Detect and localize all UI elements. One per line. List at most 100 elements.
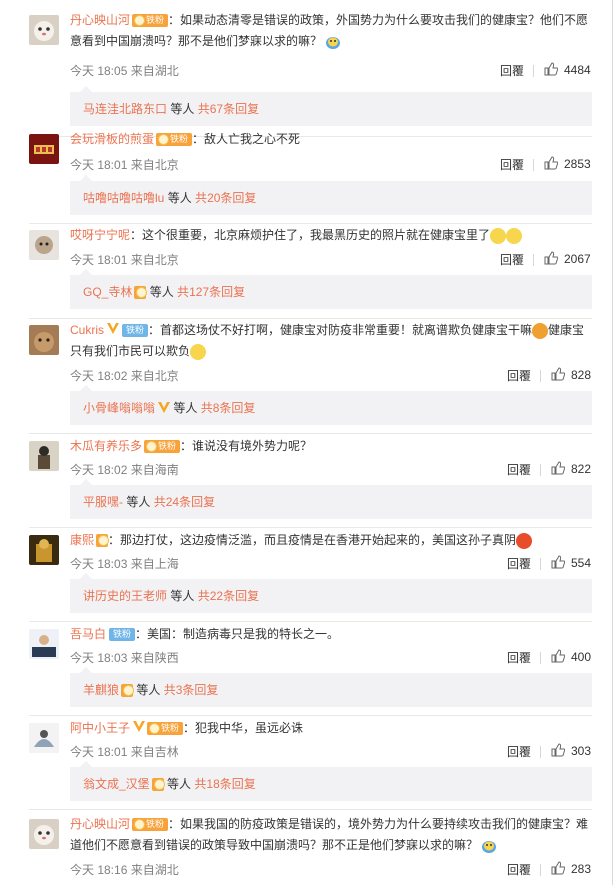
username[interactable]: 康熙 (70, 533, 94, 547)
reply-button[interactable]: 回覆 (507, 649, 531, 666)
comment-text: ：敌人亡我之心不死 (192, 132, 301, 146)
sub-replies-box[interactable]: 小骨峰嗡嗡嗡 等人 共8条回复 (70, 391, 592, 425)
reply-button[interactable]: 回覆 (500, 251, 524, 268)
sub-reply-user[interactable]: 马连洼北路东口 (83, 102, 167, 116)
comment-text-block: 丹心映山河 铁粉 ：如果动态清零是错误的政策，外国势力为什么要攻击我们的健康宝？他们… (70, 10, 592, 52)
like-count: 828 (571, 368, 592, 382)
like-count: 554 (571, 556, 592, 570)
like-button[interactable]: 4484 (544, 62, 591, 77)
reply-button[interactable]: 回覆 (500, 62, 524, 79)
sub-reply-user[interactable]: GQ_寺林 (83, 285, 132, 299)
username[interactable]: 丹心映山河 (70, 13, 130, 27)
fan-badge: 铁粉 (156, 133, 193, 147)
like-button[interactable]: 554 (551, 555, 591, 570)
divider (533, 65, 534, 77)
sub-replies-box[interactable]: 平服嘿- 等人 共24条回复 (70, 485, 592, 519)
sub-replies-box[interactable]: 马连洼北路东口 等人 共67条回复 (70, 92, 592, 126)
fan-badge (96, 534, 110, 548)
sub-reply-user[interactable]: 翁文成_汉堡 (83, 777, 150, 791)
sub-replies-box[interactable]: 羊麒狼 等人 共3条回复 (70, 673, 592, 707)
reply-button[interactable]: 回覆 (507, 367, 531, 384)
etc-label: 等人 (170, 589, 195, 603)
reply-total-link[interactable]: 共3条回复 (164, 683, 219, 697)
like-button[interactable]: 2067 (544, 251, 591, 266)
username[interactable]: 阿中小王子 (70, 721, 130, 735)
username[interactable]: 哎呀宁宁呢 (70, 228, 130, 242)
comment-divider (29, 223, 592, 224)
angry-emoji-icon (532, 322, 549, 339)
reply-button[interactable]: 回覆 (507, 743, 531, 760)
comment-text: ：首都这场仗不好打啊，健康宝对防疫非常重要！就离谱欺负健康宝干嘛 (148, 323, 533, 337)
like-button[interactable]: 283 (551, 861, 591, 876)
comment-text: ：那边打仗，这边疫情泛滥，而且疫情是在香港开始起来的，美国这孙子真阴 (108, 533, 517, 547)
thumbs-up-icon (551, 461, 566, 475)
smile-emoji-icon (506, 227, 523, 244)
sub-reply-user[interactable]: 讲历史的王老师 (83, 589, 167, 603)
reply-total-link[interactable]: 共8条回复 (201, 401, 256, 415)
reply-total-link[interactable]: 共18条回复 (194, 777, 255, 791)
divider (540, 370, 541, 382)
reply-button[interactable]: 回覆 (507, 555, 531, 572)
like-button[interactable]: 2853 (544, 156, 591, 171)
sub-reply-user[interactable]: 羊麒狼 (83, 683, 119, 697)
comment-meta: 今天 18:03 来自上海 (70, 557, 179, 571)
like-button[interactable]: 822 (551, 461, 591, 476)
etc-label: 等人 (173, 401, 198, 415)
avatar[interactable] (29, 325, 59, 355)
sub-reply-user[interactable]: 咕噜咕噜咕噜lu (83, 191, 164, 205)
reply-total-link[interactable]: 共20条回复 (195, 191, 256, 205)
reply-button[interactable]: 回覆 (507, 861, 531, 878)
divider (540, 558, 541, 570)
divider (540, 864, 541, 876)
avatar[interactable] (29, 15, 59, 45)
username[interactable]: 丹心映山河 (70, 817, 130, 831)
avatar[interactable] (29, 723, 59, 753)
username[interactable]: 会玩滑板的煎蛋 (70, 132, 154, 146)
reply-button[interactable]: 回覆 (507, 461, 531, 478)
like-button[interactable]: 303 (551, 743, 591, 758)
like-count: 2067 (564, 252, 591, 266)
like-button[interactable]: 828 (551, 367, 591, 382)
username[interactable]: 吾马白 (70, 627, 106, 641)
sub-replies-box[interactable]: 讲历史的王老师 等人 共22条回复 (70, 579, 592, 613)
like-count: 283 (571, 862, 592, 876)
sub-replies-box[interactable]: 翁文成_汉堡 等人 共18条回复 (70, 767, 592, 801)
comment-divider (29, 809, 592, 810)
divider (533, 159, 534, 171)
avatar[interactable] (29, 230, 59, 260)
sub-reply-user[interactable]: 小骨峰嗡嗡嗡 (83, 401, 155, 415)
avatar[interactable] (29, 819, 59, 849)
like-count: 2853 (564, 157, 591, 171)
comment-divider (29, 433, 592, 434)
comment-text-block: 康熙 ：那边打仗，这边疫情泛滥，而且疫情是在香港开始起来的，美国这孙子真阴 (70, 530, 592, 551)
fan-badge: 铁粉 (147, 722, 184, 736)
comment-meta: 今天 18:02 来自北京 (70, 369, 179, 383)
divider (540, 464, 541, 476)
avatar[interactable] (29, 629, 59, 659)
fan-badge (121, 684, 135, 698)
comment-meta: 今天 18:02 来自海南 (70, 463, 179, 477)
avatar[interactable] (29, 134, 59, 164)
reply-total-link[interactable]: 共24条回复 (154, 495, 215, 509)
like-button[interactable]: 400 (551, 649, 591, 664)
sub-reply-user[interactable]: 平服嘿- (83, 495, 123, 509)
smile-emoji-icon (490, 227, 507, 244)
etc-label: 等人 (170, 102, 195, 116)
emoji-icon (190, 344, 207, 361)
reply-total-link[interactable]: 共67条回复 (198, 102, 259, 116)
divider (540, 746, 541, 758)
comment-list: 丹心映山河 铁粉 ：如果动态清零是错误的政策，外国势力为什么要攻击我们的健康宝？他们… (0, 0, 613, 885)
fan-badge (134, 286, 148, 300)
reply-button[interactable]: 回覆 (500, 156, 524, 173)
fan-badge: 铁粉 (144, 440, 181, 454)
username[interactable]: Cukris (70, 323, 104, 337)
verified-icon (133, 718, 146, 739)
sub-replies-box[interactable]: GQ_寺林 等人 共127条回复 (70, 275, 592, 309)
reply-total-link[interactable]: 共127条回复 (177, 285, 245, 299)
avatar[interactable] (29, 441, 59, 471)
username[interactable]: 木瓜有养乐多 (70, 439, 142, 453)
avatar[interactable] (29, 535, 59, 565)
reply-total-link[interactable]: 共22条回复 (198, 589, 259, 603)
verified-icon (107, 320, 120, 341)
sub-replies-box[interactable]: 咕噜咕噜咕噜lu 等人 共20条回复 (70, 181, 592, 215)
